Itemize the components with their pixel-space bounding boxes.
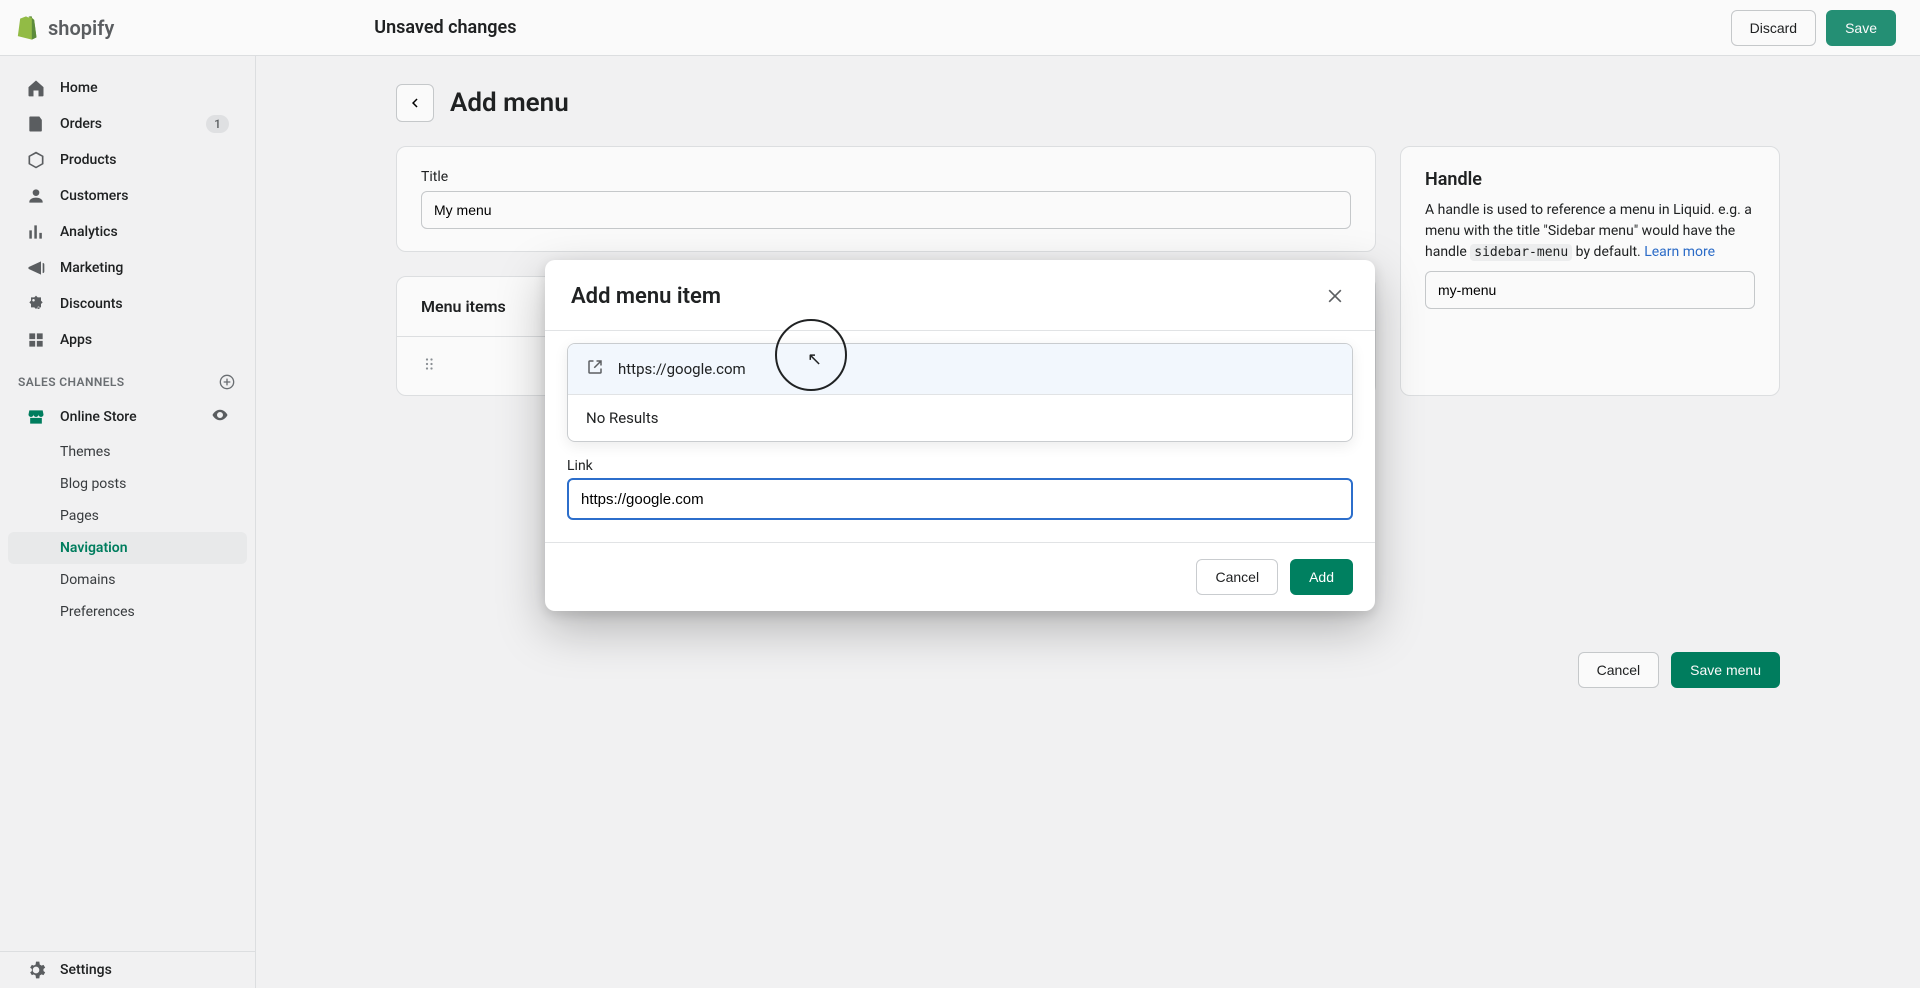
modal-title: Add menu item [571, 284, 721, 309]
modal-header: Add menu item [545, 260, 1375, 331]
modal-add-button[interactable]: Add [1290, 559, 1353, 595]
modal-cancel-button[interactable]: Cancel [1196, 559, 1278, 595]
modal-footer: Cancel Add [545, 542, 1375, 611]
modal-overlay[interactable]: Add menu item https://google.com No Resu… [0, 0, 1920, 988]
link-field-label: Link [567, 458, 1353, 474]
no-results-item: No Results [568, 394, 1352, 441]
modal-close-button[interactable] [1321, 282, 1349, 310]
add-menu-item-modal: Add menu item https://google.com No Resu… [545, 260, 1375, 611]
suggestion-text: https://google.com [618, 360, 746, 378]
modal-body: https://google.com No Results Link ↖ [545, 331, 1375, 542]
close-icon [1325, 286, 1345, 306]
external-link-icon [586, 358, 604, 380]
suggestion-item[interactable]: https://google.com [568, 344, 1352, 394]
link-suggestions-dropdown: https://google.com No Results [567, 343, 1353, 442]
link-input[interactable] [567, 478, 1353, 520]
